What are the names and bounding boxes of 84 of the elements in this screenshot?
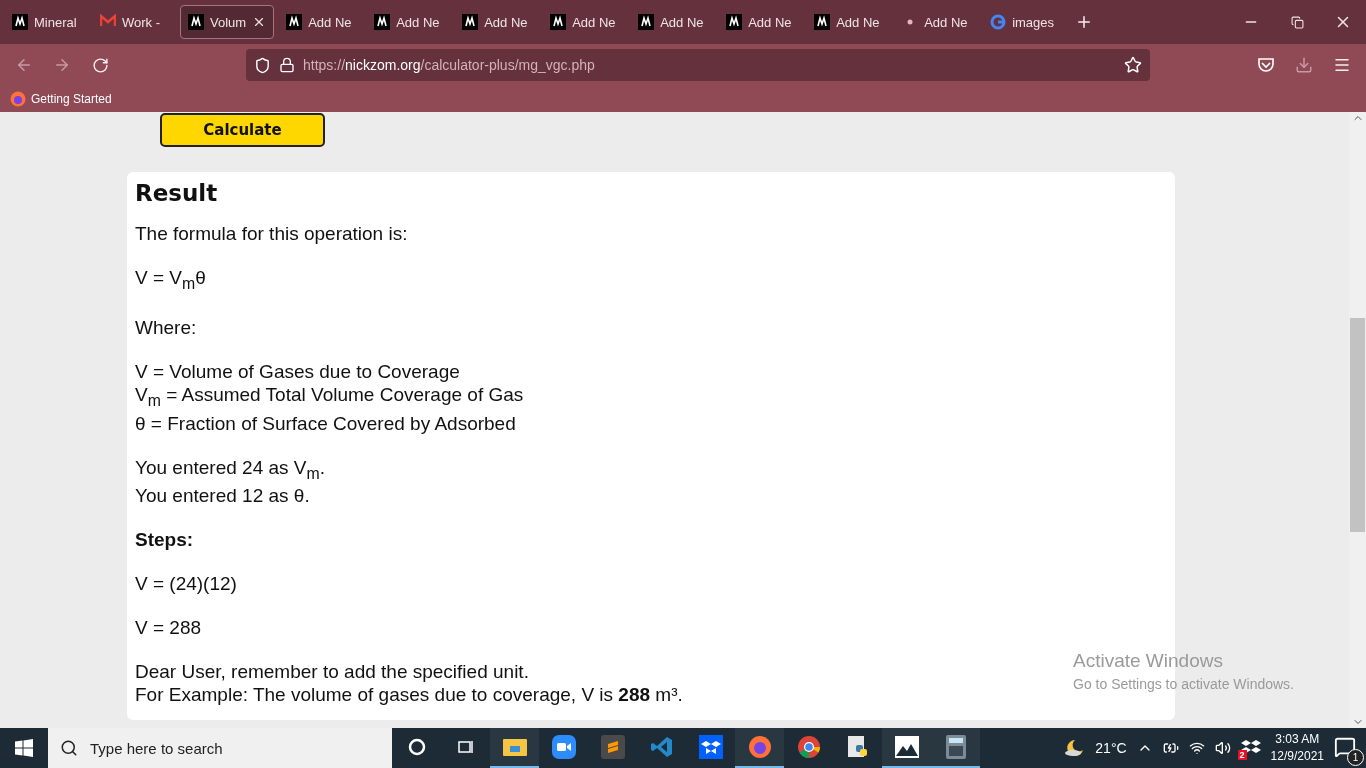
- wifi-icon[interactable]: [1188, 740, 1205, 756]
- mail-icon: [100, 14, 116, 27]
- result-text: The formula for this operation is:: [135, 222, 408, 245]
- g-logo-icon: [990, 14, 1007, 30]
- result-text: V = V$_{m}$θ: [135, 266, 206, 294]
- back-icon[interactable]: [15, 56, 33, 74]
- circle-icon[interactable]: [407, 738, 426, 756]
- site-icon: [638, 14, 655, 30]
- fox-globe-icon[interactable]: [747, 735, 772, 759]
- download-icon[interactable]: [1295, 56, 1313, 74]
- browser-tab[interactable]: Work -: [92, 5, 176, 39]
- site-icon: [462, 14, 479, 30]
- activation-message: Go to Settings to activate Windows.: [1073, 676, 1294, 692]
- bookmark-star-icon[interactable]: [1124, 56, 1142, 74]
- site-icon: [374, 14, 391, 30]
- calculator-icon[interactable]: [945, 735, 966, 759]
- folder-icon[interactable]: [502, 737, 527, 757]
- s-logo-icon[interactable]: [600, 735, 625, 759]
- scrollbar[interactable]: [1349, 112, 1366, 728]
- volume-icon[interactable]: [1214, 740, 1231, 756]
- browser-tab[interactable]: Mineral: [4, 5, 88, 39]
- notification-count: 1: [1347, 749, 1364, 766]
- taskbar-app-button[interactable]: [882, 728, 931, 768]
- result-text: V = Volume of Gases due to Coverage: [135, 359, 460, 383]
- temperature[interactable]: 21°C: [1095, 740, 1127, 756]
- site-icon: [286, 14, 303, 30]
- browser-tab[interactable]: Add Ne: [894, 5, 979, 39]
- forward-icon[interactable]: [53, 56, 71, 74]
- browser-tab[interactable]: Add Ne: [542, 5, 627, 39]
- browser-tab[interactable]: Add Ne: [806, 5, 891, 39]
- mountain-picture-icon[interactable]: [894, 736, 919, 758]
- notification-badge: 2: [1237, 750, 1247, 760]
- reload-icon[interactable]: [91, 56, 109, 74]
- code-editor-icon[interactable]: [649, 735, 674, 759]
- browser-ball-icon[interactable]: [796, 735, 821, 759]
- video-camera-icon[interactable]: [551, 735, 576, 759]
- moon-cloud-icon[interactable]: [1063, 738, 1086, 758]
- task-view-icon[interactable]: [456, 738, 475, 756]
- activation-title: Activate Windows: [1073, 650, 1224, 672]
- menu-icon[interactable]: [1333, 56, 1351, 74]
- result-text: Dear User, remember to add the specified unit.: [135, 660, 529, 684]
- python-file-icon[interactable]: [845, 735, 870, 759]
- site-icon: [726, 14, 743, 30]
- site-icon: [188, 14, 204, 30]
- taskbar-app-button[interactable]: [735, 728, 784, 768]
- box-icon[interactable]: [698, 735, 723, 759]
- box-icon[interactable]: [1240, 738, 1261, 756]
- result-text: Where:: [135, 315, 197, 339]
- scroll-thumb[interactable]: [1350, 318, 1365, 532]
- site-icon: [550, 14, 567, 30]
- browser-tab[interactable]: Add Ne: [278, 5, 363, 39]
- shield-icon: [254, 56, 271, 74]
- result-text: V$_{m}$ = Assumed Total Volume Coverage of Gas: [135, 382, 524, 411]
- battery-icon[interactable]: [1162, 740, 1179, 756]
- calculate-button[interactable]: Calculate: [160, 113, 325, 147]
- clock-date[interactable]: 12/9/2021: [1270, 748, 1324, 765]
- search-icon: [60, 739, 78, 757]
- fox-globe-icon: [10, 91, 26, 107]
- bookmark-link[interactable]: Getting Started: [10, 91, 112, 107]
- address-field[interactable]: https://nickzom.org/calculator-plus/mg_vgc.php: [246, 49, 1150, 81]
- windows-logo-icon[interactable]: [15, 739, 33, 757]
- result-title: Result: [135, 180, 219, 206]
- site-icon: [12, 14, 28, 30]
- result-text: You entered 12 as θ.: [135, 484, 310, 508]
- browser-tab[interactable]: Volum: [180, 5, 275, 39]
- clock-time[interactable]: 3:03 AM: [1275, 731, 1320, 748]
- browser-tab[interactable]: images: [982, 5, 1067, 39]
- result-text: For Example: The volume of gases due to coverage, V is 288 m³.: [135, 683, 683, 707]
- result-text: V = (24)(12): [135, 572, 237, 596]
- browser-tab[interactable]: Add Ne: [454, 5, 539, 39]
- pocket-icon[interactable]: [1257, 57, 1275, 73]
- result-text: θ = Fraction of Surface Covered by Adsorbed: [135, 411, 516, 435]
- result-text: You entered 24 as V$_{m}$.: [135, 455, 325, 484]
- lock-icon: [279, 57, 295, 73]
- browser-tab[interactable]: Add Ne: [718, 5, 803, 39]
- result-text: V = 288: [135, 616, 202, 640]
- site-icon: [814, 14, 831, 30]
- taskbar-app-button[interactable]: [931, 728, 980, 768]
- browser-tab[interactable]: Add Ne: [366, 5, 451, 39]
- browser-tab[interactable]: Add Ne: [630, 5, 715, 39]
- taskbar-app-button[interactable]: [490, 728, 539, 768]
- restore-icon[interactable]: [1290, 15, 1304, 29]
- search-field[interactable]: Type here to search: [48, 728, 392, 768]
- steps-heading: Steps:: [135, 528, 194, 552]
